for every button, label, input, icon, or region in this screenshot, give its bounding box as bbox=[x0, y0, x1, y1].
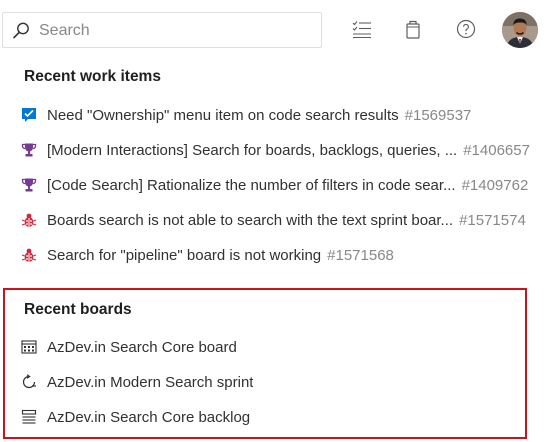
work-item-row[interactable]: [Modern Interactions] Search for boards,… bbox=[20, 136, 540, 164]
bug-icon bbox=[20, 246, 38, 264]
sprint-cycle-icon bbox=[20, 373, 38, 391]
work-item-id: #1571568 bbox=[327, 246, 394, 264]
work-item-row[interactable]: Need "Ownership" menu item on code searc… bbox=[20, 101, 540, 129]
help-icon[interactable] bbox=[455, 18, 477, 40]
user-avatar[interactable] bbox=[502, 12, 538, 48]
task-check-icon bbox=[20, 106, 38, 124]
trophy-icon bbox=[20, 141, 38, 159]
work-item-title: [Code Search] Rationalize the number of … bbox=[47, 176, 456, 194]
work-item-title: Boards search is not able to search with… bbox=[47, 211, 454, 229]
work-item-id: #1569537 bbox=[404, 106, 472, 124]
board-title: AzDev.in Search Core backlog bbox=[47, 408, 251, 426]
work-item-title: Search for "pipeline" board is not worki… bbox=[47, 246, 322, 264]
board-row[interactable]: AzDev.in Search Core board bbox=[20, 333, 540, 361]
trophy-icon bbox=[20, 176, 38, 194]
board-row[interactable]: AzDev.in Search Core backlog bbox=[20, 403, 540, 431]
backlog-list-icon bbox=[20, 408, 38, 426]
bug-icon bbox=[20, 211, 38, 229]
recent-work-items-header: Recent work items bbox=[24, 68, 161, 85]
search-box[interactable] bbox=[2, 12, 322, 48]
work-items-list-icon[interactable] bbox=[351, 18, 373, 40]
work-item-row[interactable]: [Code Search] Rationalize the number of … bbox=[20, 171, 540, 199]
board-title: AzDev.in Search Core board bbox=[47, 338, 237, 356]
shopping-bag-icon[interactable] bbox=[402, 18, 424, 40]
work-item-title: Need "Ownership" menu item on code searc… bbox=[47, 106, 399, 124]
board-row[interactable]: AzDev.in Modern Search sprint bbox=[20, 368, 540, 396]
search-icon bbox=[11, 21, 31, 41]
top-bar bbox=[0, 0, 545, 58]
work-item-title: [Modern Interactions] Search for boards,… bbox=[47, 141, 458, 159]
work-item-row[interactable]: Search for "pipeline" board is not worki… bbox=[20, 241, 540, 269]
work-item-id: #1406657 bbox=[463, 141, 530, 159]
board-grid-icon bbox=[20, 338, 38, 356]
board-title: AzDev.in Modern Search sprint bbox=[47, 373, 254, 391]
work-item-id: #1571574 bbox=[459, 211, 526, 229]
search-input[interactable] bbox=[39, 20, 309, 42]
work-item-row[interactable]: Boards search is not able to search with… bbox=[20, 206, 540, 234]
work-item-id: #1409762 bbox=[461, 176, 529, 194]
recent-boards-header: Recent boards bbox=[24, 301, 132, 318]
